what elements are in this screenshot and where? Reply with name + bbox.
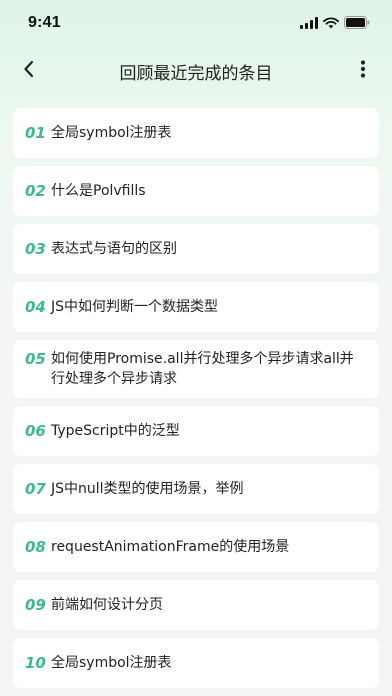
page-title: 回顾最近完成的条目 [119,64,273,84]
item-title: JS中null类型的使用场景，举例 [51,481,244,497]
item-index: 02 [25,182,46,200]
list-item[interactable]: 03 表达式与语句的区别 [13,224,379,274]
navigation-header: 回顾最近完成的条目 [0,46,392,96]
item-index: 07 [25,480,46,498]
more-options-button[interactable] [348,56,378,86]
item-title: TypeScript中的泛型 [51,423,180,439]
list-item[interactable]: 06 TypeScript中的泛型 [13,406,379,456]
item-title: 前端如何设计分页 [51,597,163,613]
item-title: 什么是Polvfills [51,183,146,199]
more-vertical-icon [360,59,366,83]
item-index: 01 [25,124,46,142]
item-index: 09 [25,596,46,614]
list-item[interactable]: 04 JS中如何判断一个数据类型 [13,282,379,332]
item-title: requestAnimationFrame的使用场景 [51,539,290,555]
list-item[interactable]: 01 全局symbol注册表 [13,108,379,158]
item-title: 全局symbol注册表 [51,655,172,671]
status-time: 9:41 [28,14,61,31]
cellular-signal-icon [300,16,318,29]
item-index: 05 [25,350,46,368]
item-index: 03 [25,240,46,258]
wifi-icon [323,16,339,29]
status-icons [300,16,370,29]
item-title: 如何使用Promise.all并行处理多个异步请求all并行处理多个异步请求 [51,351,354,387]
list-item[interactable]: 05 如何使用Promise.all并行处理多个异步请求all并行处理多个异步请… [13,340,379,398]
list-item[interactable]: 08 requestAnimationFrame的使用场景 [13,522,379,572]
list-item[interactable]: 02 什么是Polvfills [13,166,379,216]
list-item[interactable]: 07 JS中null类型的使用场景，举例 [13,464,379,514]
item-index: 08 [25,538,46,556]
item-title: JS中如何判断一个数据类型 [51,299,219,315]
recent-items-list: 01 全局symbol注册表 02 什么是Polvfills 03 表达式与语句… [13,108,379,696]
battery-icon [344,16,370,29]
list-item[interactable]: 10 全局symbol注册表 [13,638,379,688]
item-index: 04 [25,298,46,316]
item-title: 全局symbol注册表 [51,125,172,141]
status-bar: 9:41 [0,0,392,46]
item-index: 10 [25,654,46,672]
item-title: 表达式与语句的区别 [51,241,177,257]
list-item[interactable]: 09 前端如何设计分页 [13,580,379,630]
item-index: 06 [25,422,46,440]
